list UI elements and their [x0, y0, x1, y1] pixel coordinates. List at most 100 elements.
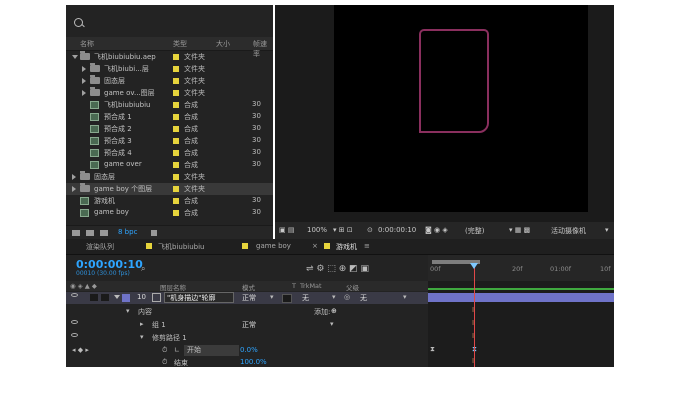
group-mode-select[interactable]: 正常 [242, 320, 256, 330]
snapshot-icon[interactable]: ◙ ◉ ◈ [425, 226, 448, 234]
layer-row[interactable]: 10 "机身描边"轮廓 正常 ▾ 无 ▾ ◎ 无 ▾ [66, 292, 428, 304]
item-label-color[interactable] [173, 90, 179, 96]
property-trim-start[interactable]: ◂ ◆ ▸ ⏱ ∟ 开始 0.0% [66, 345, 428, 357]
project-item[interactable]: 预合成 2 合成 30 [66, 123, 273, 135]
property-value[interactable]: 0.0% [240, 346, 258, 354]
project-item[interactable]: game boy 个图层 文件夹 [66, 183, 273, 195]
expand-arrow-icon[interactable] [114, 295, 120, 299]
layer-mode-select[interactable]: 正常 [242, 293, 256, 303]
column-trkmat[interactable]: TrkMat [300, 282, 322, 290]
stopwatch-icon[interactable]: ⏱ [162, 346, 167, 355]
tab-menu-icon[interactable]: ≡ [364, 242, 370, 250]
region-icon[interactable]: ▾ ▦ ▩ [509, 226, 530, 234]
project-item[interactable]: 游戏机 合成 30 [66, 195, 273, 207]
close-icon[interactable]: × [312, 242, 318, 250]
property-trim-paths[interactable]: ▾ 修剪路径 1 [66, 332, 428, 344]
chevron-right-icon[interactable] [72, 186, 76, 192]
project-item[interactable]: 飞机biubiubiu.aep 文件夹 [66, 51, 273, 63]
item-label-color[interactable] [173, 54, 179, 60]
viewer-timecode[interactable]: 0:00:00:10 [378, 226, 416, 234]
parent-pickwhip-icon[interactable]: ◎ [344, 293, 350, 301]
item-label-color[interactable] [173, 114, 179, 120]
chevron-right-icon[interactable] [82, 66, 86, 72]
item-label-color[interactable] [173, 66, 179, 72]
layer-duration-bar[interactable] [428, 293, 614, 302]
project-item[interactable]: 飞机biubi...层 文件夹 [66, 63, 273, 75]
trkmat-select[interactable]: 无 [302, 293, 309, 303]
time-graph[interactable]: 00f 20f 01:00f 10f I I I ⧗ ⧗ I [428, 255, 614, 367]
composition-canvas[interactable] [334, 5, 588, 212]
resolution-select[interactable]: (完整) [465, 226, 484, 236]
mode-dropdown-icon[interactable]: ▾ [270, 293, 274, 301]
eye-icon[interactable] [71, 293, 78, 297]
property-trim-end[interactable]: ⏱ 结束 100.0% [66, 357, 428, 369]
column-size[interactable]: 大小 [216, 39, 230, 49]
trkmat-dropdown-icon[interactable]: ▾ [332, 293, 336, 301]
property-contents[interactable]: ▾ 内容 添加: ⊕ [66, 306, 428, 318]
project-item[interactable]: game boy 合成 30 [66, 207, 273, 219]
interpret-footage-icon[interactable] [72, 230, 80, 236]
audio-toggle[interactable] [90, 294, 98, 301]
item-label-color[interactable] [173, 138, 179, 144]
keyframe-icon[interactable]: ⧗ [430, 345, 435, 354]
column-mode[interactable]: 模式 [242, 282, 255, 292]
expand-arrow-icon[interactable]: ▾ [126, 307, 130, 315]
column-type[interactable]: 类型 [173, 39, 187, 49]
add-icon[interactable]: ⊕ [331, 307, 337, 315]
eye-icon[interactable] [71, 320, 78, 324]
property-value[interactable]: 100.0% [240, 358, 267, 366]
group-mode-dropdown-icon[interactable]: ▾ [330, 320, 334, 328]
cti-handle[interactable] [470, 263, 478, 269]
expand-arrow-icon[interactable]: ▾ [140, 333, 144, 341]
item-label-color[interactable] [173, 162, 179, 168]
project-search-bar[interactable] [66, 5, 273, 37]
parent-dropdown-icon[interactable]: ▾ [403, 293, 407, 301]
project-item[interactable]: 预合成 1 合成 30 [66, 111, 273, 123]
timeline-switches-icons[interactable]: ⇌ ⚙ ⬚ ⊕ ◩ ▣ [306, 264, 369, 274]
camera-snapshot-icon[interactable]: ⊙ [367, 226, 373, 234]
solo-toggle[interactable] [101, 294, 109, 301]
camera-select[interactable]: 活动摄像机 [551, 226, 586, 236]
tab-comp-plane[interactable]: 飞机biubiubiu [158, 242, 204, 252]
item-label-color[interactable] [173, 126, 179, 132]
bpc-label[interactable]: 8 bpc [118, 228, 137, 236]
item-label-color[interactable] [173, 210, 179, 216]
parent-select[interactable]: 无 [360, 293, 367, 303]
zoom-dropdown-icon[interactable]: ▾ ⊞ ⊡ [333, 226, 353, 234]
chevron-right-icon[interactable] [72, 174, 76, 180]
tab-render-queue[interactable]: 渲染队列 [86, 242, 114, 252]
current-time-indicator[interactable] [474, 263, 475, 367]
project-item[interactable]: game ov...图层 文件夹 [66, 87, 273, 99]
delete-icon[interactable] [151, 230, 157, 236]
item-label-color[interactable] [173, 186, 179, 192]
tab-comp-gamemachine[interactable]: 游戏机 [336, 242, 357, 252]
item-label-color[interactable] [173, 198, 179, 204]
zoom-select[interactable]: 100% [307, 226, 327, 234]
av-switches-icon[interactable]: ◉ ◈ ▲ ◆ [70, 282, 97, 290]
graph-icon[interactable]: ∟ [174, 346, 180, 354]
chevron-right-icon[interactable] [82, 90, 86, 96]
keyframe-nav-icon[interactable]: ◂ ◆ ▸ [72, 346, 89, 354]
column-t[interactable]: T [292, 282, 296, 290]
time-ruler[interactable]: 00f 20f 01:00f 10f [428, 255, 614, 281]
project-item[interactable]: 预合成 4 合成 30 [66, 147, 273, 159]
project-item[interactable]: 预合成 3 合成 30 [66, 135, 273, 147]
project-item[interactable]: game over 合成 30 [66, 159, 273, 171]
new-folder-icon[interactable] [86, 230, 94, 236]
item-label-color[interactable] [173, 78, 179, 84]
layer-label-color[interactable] [122, 294, 130, 302]
stopwatch-icon[interactable]: ⏱ [162, 358, 167, 367]
expand-arrow-icon[interactable]: ▸ [140, 320, 144, 328]
project-item[interactable]: 固态层 文件夹 [66, 75, 273, 87]
item-label-color[interactable] [173, 150, 179, 156]
property-group-1[interactable]: ▸ 组 1 正常 ▾ [66, 319, 428, 331]
chevron-down-icon[interactable] [72, 55, 78, 59]
project-item[interactable]: 固态层 文件夹 [66, 171, 273, 183]
phone-outline-shape[interactable] [419, 29, 489, 133]
eye-icon[interactable] [71, 333, 78, 337]
item-label-color[interactable] [173, 102, 179, 108]
tab-comp-gameboy[interactable]: game boy [256, 242, 291, 250]
add-property-button[interactable]: 添加: [314, 307, 330, 317]
always-preview-icon[interactable]: ▣ ▤ [279, 226, 294, 234]
preserve-transparency-toggle[interactable] [282, 294, 292, 303]
